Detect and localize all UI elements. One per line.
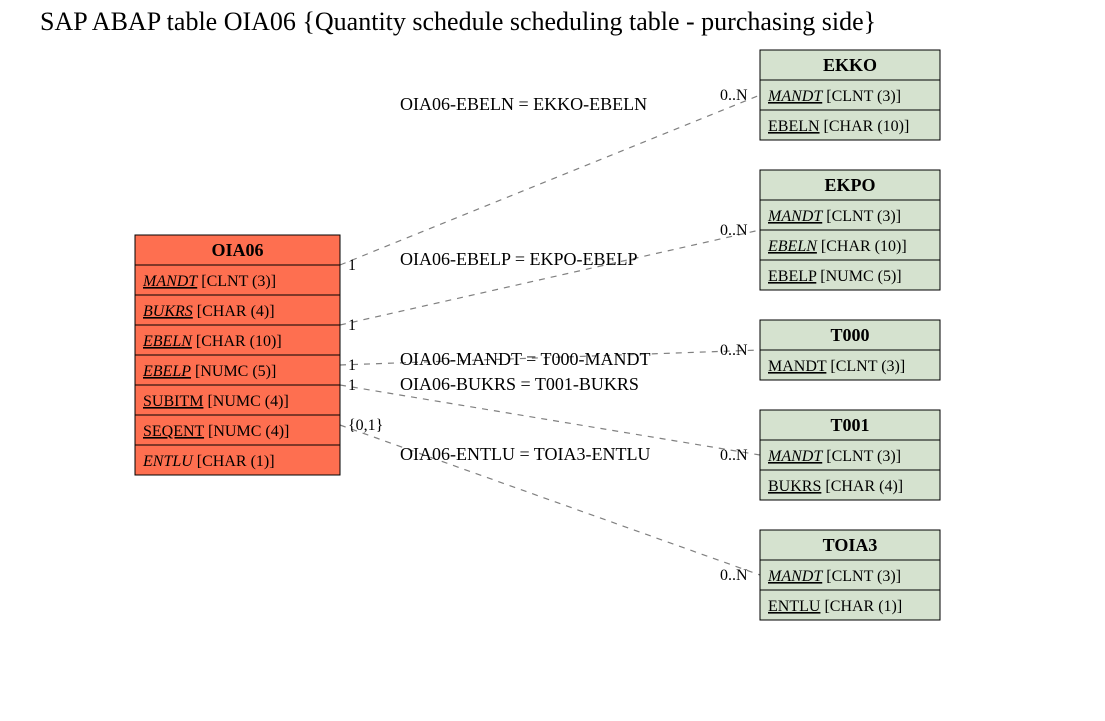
erd-diagram: SAP ABAP table OIA06 {Quantity schedule … bbox=[0, 0, 1105, 721]
relation-label: OIA06-MANDT = T000-MANDT bbox=[400, 349, 650, 369]
cardinality-left: 1 bbox=[348, 257, 356, 274]
cardinality-right: 0..N bbox=[720, 87, 748, 104]
table-field: BUKRS [CHAR (4)] bbox=[768, 478, 903, 495]
cardinality-right: 0..N bbox=[720, 222, 748, 239]
table-field: EBELN [CHAR (10)] bbox=[142, 333, 282, 350]
cardinality-right: 0..N bbox=[720, 567, 748, 584]
table-header-t000: T000 bbox=[830, 325, 869, 345]
table-toia3: TOIA3 MANDT [CLNT (3)] ENTLU [CHAR (1)] bbox=[760, 530, 940, 620]
table-header-toia3: TOIA3 bbox=[823, 535, 878, 555]
table-oia06: OIA06 MANDT [CLNT (3)] BUKRS [CHAR (4)] EBE… bbox=[135, 235, 340, 475]
cardinality-left: 1 bbox=[348, 377, 356, 394]
table-field: MANDT [CLNT (3)] bbox=[767, 208, 901, 225]
table-field: MANDT [CLNT (3)] bbox=[767, 568, 901, 585]
table-field: EBELP [NUMC (5)] bbox=[768, 268, 902, 285]
cardinality-left: 1 bbox=[348, 317, 356, 334]
table-field: MANDT [CLNT (3)] bbox=[142, 273, 276, 290]
table-field: SUBITM [NUMC (4)] bbox=[143, 393, 289, 410]
table-field: EBELN [CHAR (10)] bbox=[768, 118, 909, 135]
relation-label: OIA06-EBELP = EKPO-EBELP bbox=[400, 249, 637, 269]
table-header-t001: T001 bbox=[830, 415, 869, 435]
table-header-ekko: EKKO bbox=[823, 55, 877, 75]
connector bbox=[340, 230, 760, 325]
table-field: MANDT [CLNT (3)] bbox=[767, 448, 901, 465]
table-header-ekpo: EKPO bbox=[824, 175, 875, 195]
connectors bbox=[340, 95, 760, 575]
connector bbox=[340, 95, 760, 265]
relation-label: OIA06-BUKRS = T001-BUKRS bbox=[400, 374, 639, 394]
table-header-oia06: OIA06 bbox=[211, 240, 263, 260]
cardinality-right: 0..N bbox=[720, 342, 748, 359]
table-field: BUKRS [CHAR (4)] bbox=[143, 303, 275, 320]
table-ekpo: EKPO MANDT [CLNT (3)] EBELN [CHAR (10)] EBE… bbox=[760, 170, 940, 290]
table-field: MANDT [CLNT (3)] bbox=[767, 88, 901, 105]
cardinality-left: 1 bbox=[348, 357, 356, 374]
cardinality-left: {0,1} bbox=[348, 417, 383, 434]
table-field: ENTLU [CHAR (1)] bbox=[142, 453, 275, 470]
table-field: EBELP [NUMC (5)] bbox=[142, 363, 276, 380]
table-field: MANDT [CLNT (3)] bbox=[768, 358, 905, 375]
cardinality-right: 0..N bbox=[720, 447, 748, 464]
relation-label: OIA06-ENTLU = TOIA3-ENTLU bbox=[400, 444, 650, 464]
diagram-title: SAP ABAP table OIA06 {Quantity schedule … bbox=[40, 7, 876, 36]
relation-label: OIA06-EBELN = EKKO-EBELN bbox=[400, 94, 647, 114]
table-field: EBELN [CHAR (10)] bbox=[767, 238, 907, 255]
table-t001: T001 MANDT [CLNT (3)] BUKRS [CHAR (4)] bbox=[760, 410, 940, 500]
table-t000: T000 MANDT [CLNT (3)] bbox=[760, 320, 940, 380]
table-ekko: EKKO MANDT [CLNT (3)] EBELN [CHAR (10)] bbox=[760, 50, 940, 140]
table-field: SEQENT [NUMC (4)] bbox=[143, 423, 289, 440]
table-field: ENTLU [CHAR (1)] bbox=[768, 598, 902, 615]
